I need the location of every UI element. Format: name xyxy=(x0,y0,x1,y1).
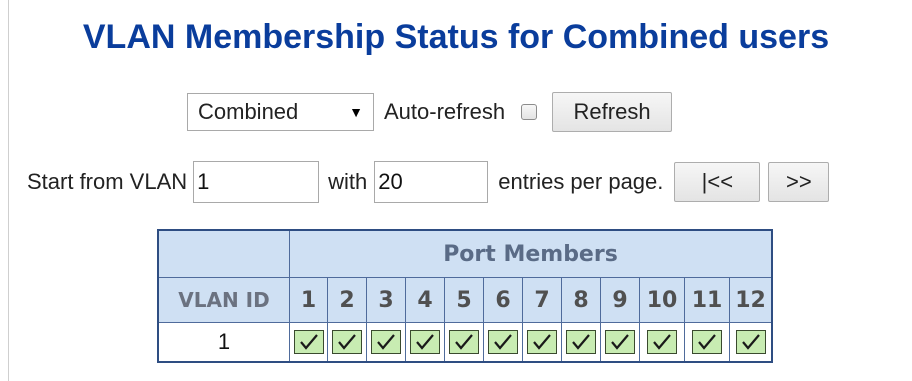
port-member-cell xyxy=(639,322,685,362)
port-number-header: 10 xyxy=(639,277,685,323)
port-number-header: 6 xyxy=(483,277,523,323)
table-corner-cell xyxy=(158,230,290,278)
port-members-header: Port Members xyxy=(289,230,772,278)
port-number-header: 1 xyxy=(289,277,328,323)
user-select[interactable]: Combined ▼ xyxy=(187,93,374,131)
page-title: VLAN Membership Status for Combined user… xyxy=(82,18,830,56)
checkmark-icon xyxy=(527,330,557,354)
port-member-cell xyxy=(684,322,730,362)
paging-row: Start from VLAN with entries per page. |… xyxy=(27,160,830,204)
auto-refresh-checkbox[interactable] xyxy=(521,104,538,120)
dropdown-arrow-icon: ▼ xyxy=(349,104,363,120)
port-number-header: 7 xyxy=(522,277,562,323)
checkmark-icon xyxy=(410,330,440,354)
vlan-id-cell: 1 xyxy=(158,322,290,362)
first-page-button[interactable]: |<< xyxy=(674,162,761,202)
port-member-cell xyxy=(366,322,406,362)
checkmark-icon xyxy=(605,330,635,354)
user-select-value: Combined xyxy=(198,99,299,124)
table-row: 1 xyxy=(158,322,772,362)
checkmark-icon xyxy=(332,330,362,354)
port-number-header: 3 xyxy=(366,277,406,323)
port-member-cell xyxy=(289,322,328,362)
port-number-header: 11 xyxy=(684,277,730,323)
controls-row: Combined ▼ Auto-refresh Refresh xyxy=(187,92,673,132)
port-member-cell xyxy=(444,322,484,362)
port-member-cell xyxy=(729,322,772,362)
vlan-membership-table: Port Members VLAN ID 1 2 3 4 5 6 7 8 9 10 11 12 1 xyxy=(157,229,773,363)
checkmark-icon xyxy=(371,330,401,354)
checkmark-icon xyxy=(566,330,596,354)
port-number-header: 2 xyxy=(327,277,367,323)
port-member-cell xyxy=(561,322,601,362)
port-number-header: 12 xyxy=(729,277,772,323)
refresh-button[interactable]: Refresh xyxy=(552,92,673,132)
port-number-header: 5 xyxy=(444,277,484,323)
port-member-cell xyxy=(327,322,367,362)
next-page-button[interactable]: >> xyxy=(768,162,830,202)
left-border xyxy=(8,0,9,381)
port-number-header: 4 xyxy=(405,277,445,323)
with-label: with xyxy=(328,169,368,194)
port-number-header: 8 xyxy=(561,277,601,323)
checkmark-icon xyxy=(293,330,324,354)
checkmark-icon xyxy=(692,330,722,354)
checkmark-icon xyxy=(647,330,677,354)
port-number-header: 9 xyxy=(600,277,640,323)
port-member-cell xyxy=(405,322,445,362)
entries-per-page-label: entries per page. xyxy=(498,169,664,194)
start-from-label: Start from VLAN xyxy=(27,169,188,194)
entries-per-page-input[interactable] xyxy=(374,161,489,203)
start-vlan-input[interactable] xyxy=(193,161,320,203)
vlan-id-header: VLAN ID xyxy=(158,277,290,323)
port-member-cell xyxy=(483,322,523,362)
auto-refresh-label: Auto-refresh xyxy=(384,99,506,124)
checkmark-icon xyxy=(449,330,479,354)
checkmark-icon xyxy=(735,330,766,354)
port-member-cell xyxy=(600,322,640,362)
checkmark-icon xyxy=(488,330,518,354)
port-member-cell xyxy=(522,322,562,362)
